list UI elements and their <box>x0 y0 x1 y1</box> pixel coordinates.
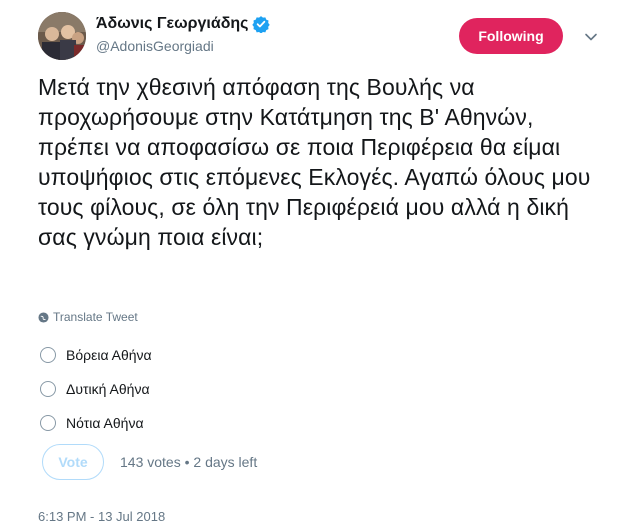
radio-button[interactable] <box>40 347 56 363</box>
translate-tweet-link[interactable]: Translate Tweet <box>38 310 138 324</box>
poll-option[interactable]: Δυτική Αθήνα <box>40 372 152 406</box>
tweet-text: Μετά την χθεσινή απόφαση της Βουλής να π… <box>38 74 591 250</box>
chevron-down-icon[interactable] <box>584 30 598 44</box>
globe-icon <box>38 311 49 323</box>
poll-option[interactable]: Βόρεια Αθήνα <box>40 338 152 372</box>
poll-option-label: Νότια Αθήνα <box>66 415 144 431</box>
poll-meta: 143 votes • 2 days left <box>120 454 258 470</box>
poll: Βόρεια Αθήνα Δυτική Αθήνα Νότια Αθήνα <box>40 338 152 440</box>
author-display-name[interactable]: Άδωνις Γεωργιάδης <box>96 15 248 33</box>
translate-tweet-label: Translate Tweet <box>53 310 138 324</box>
verified-badge-icon <box>252 16 271 33</box>
radio-button[interactable] <box>40 381 56 397</box>
following-button[interactable]: Following <box>459 18 563 54</box>
avatar[interactable] <box>38 12 86 60</box>
tweet-timestamp[interactable]: 6:13 PM - 13 Jul 2018 <box>38 509 165 524</box>
author-name-row: Άδωνις Γεωργιάδης <box>96 15 271 33</box>
poll-option-label: Δυτική Αθήνα <box>66 381 150 397</box>
poll-option-label: Βόρεια Αθήνα <box>66 347 152 363</box>
vote-button[interactable]: Vote <box>42 444 104 480</box>
poll-vote-row: Vote 143 votes • 2 days left <box>42 444 257 480</box>
tweet-header: Άδωνις Γεωργιάδης @AdonisGeorgiadi Follo… <box>38 12 608 60</box>
poll-option[interactable]: Νότια Αθήνα <box>40 406 152 440</box>
author-handle[interactable]: @AdonisGeorgiadi <box>96 38 214 54</box>
radio-button[interactable] <box>40 415 56 431</box>
